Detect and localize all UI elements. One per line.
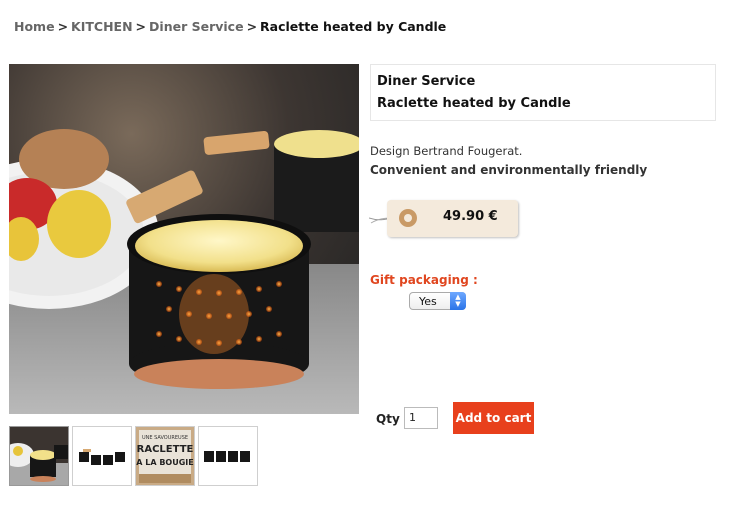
breadcrumb-diner-service[interactable]: Diner Service — [149, 19, 244, 34]
thumbnail-3-image: UNE SAVOUREUSE RACLETTE A LA BOUGIE — [136, 427, 194, 485]
qty-label: Qty — [376, 412, 400, 426]
product-designer: Design Bertrand Fougerat. — [370, 144, 523, 158]
raclette-photo — [9, 64, 359, 414]
price-tag: 49.90 € — [369, 200, 521, 240]
product-title-box: Diner Service Raclette heated by Candle — [370, 64, 716, 121]
breadcrumb-home[interactable]: Home — [14, 19, 55, 34]
breadcrumb-separator: > — [246, 19, 258, 34]
gift-packaging-value: Yes — [419, 295, 437, 308]
thumbnail-4[interactable] — [198, 426, 258, 486]
breadcrumb-separator: > — [135, 19, 147, 34]
gift-packaging-select[interactable]: Yes ▲ ▼ — [409, 292, 466, 310]
thumbnail-1-image — [10, 427, 68, 485]
gift-packaging-label: Gift packaging : — [370, 273, 478, 287]
product-name: Raclette heated by Candle — [377, 96, 571, 111]
product-main-image[interactable] — [9, 64, 359, 414]
thumbnail-2-image — [73, 427, 131, 485]
box-line1: UNE SAVOUREUSE — [142, 435, 188, 441]
thumbnail-2[interactable] — [72, 426, 132, 486]
box-line2: RACLETTE — [137, 444, 194, 455]
breadcrumb-current: Raclette heated by Candle — [260, 19, 447, 34]
product-collection: Diner Service — [377, 74, 476, 89]
thumbnail-1[interactable] — [9, 426, 69, 486]
select-arrows-icon: ▲ ▼ — [450, 292, 466, 310]
add-to-cart-button[interactable]: Add to cart — [453, 402, 534, 434]
breadcrumb-separator: > — [57, 19, 69, 34]
breadcrumb-kitchen[interactable]: KITCHEN — [71, 19, 133, 34]
tag-hole-icon — [399, 209, 417, 227]
product-price: 49.90 € — [443, 209, 498, 224]
price-tag-body: 49.90 € — [387, 200, 518, 237]
breadcrumb: Home > KITCHEN > Diner Service > Raclette heat… — [14, 19, 446, 34]
thumbnail-4-image — [199, 427, 257, 485]
box-line3: A LA BOUGIE — [136, 458, 193, 467]
qty-input[interactable]: 1 — [404, 407, 438, 429]
product-tagline: Convenient and environmentally friendly — [370, 163, 648, 177]
thumbnail-3[interactable]: UNE SAVOUREUSE RACLETTE A LA BOUGIE — [135, 426, 195, 486]
thumbnail-strip: UNE SAVOUREUSE RACLETTE A LA BOUGIE — [9, 426, 258, 486]
